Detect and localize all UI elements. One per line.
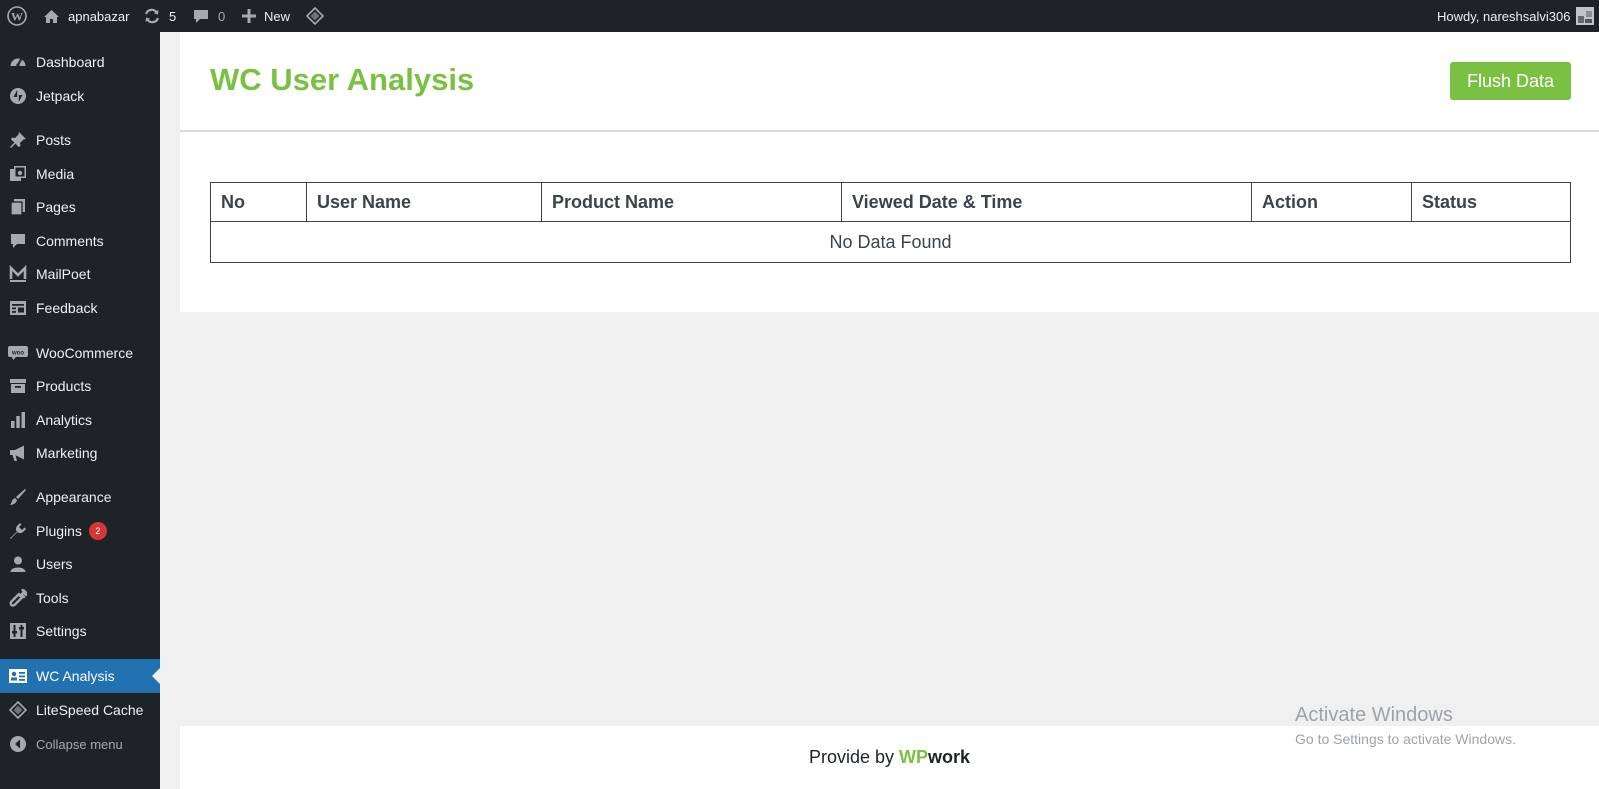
site-name: apnabazar: [68, 8, 130, 24]
pin-icon: [0, 123, 36, 157]
brush-icon: [0, 480, 36, 514]
collapse-menu-button[interactable]: Collapse menu: [0, 727, 160, 761]
sidebar-item-wc-analysis[interactable]: WC Analysis: [0, 659, 160, 693]
sidebar-item-appearance[interactable]: Appearance: [0, 480, 160, 514]
updates-icon: [143, 8, 161, 24]
admin-bar: W apnabazar 5 0 New Howdy, nareshsalvi30…: [0, 0, 1599, 32]
user-analysis-table: No User Name Product Name Viewed Date & …: [210, 182, 1571, 263]
sidebar-item-media[interactable]: Media: [0, 157, 160, 191]
collapse-icon: [0, 727, 36, 761]
media-icon: [0, 157, 36, 191]
empty-message: No Data Found: [210, 221, 1571, 263]
archive-icon: [0, 369, 36, 403]
plus-icon: [242, 9, 256, 23]
avatar: [1576, 7, 1595, 25]
column-header-status: Status: [1411, 182, 1571, 222]
column-header-product-name: Product Name: [541, 182, 842, 222]
sidebar-item-litespeed-cache[interactable]: LiteSpeed Cache: [0, 693, 160, 727]
dashboard-icon: [0, 45, 36, 79]
sidebar-item-marketing[interactable]: Marketing: [0, 436, 160, 470]
flush-data-button[interactable]: Flush Data: [1450, 62, 1571, 100]
footer-prefix: Provide by: [808, 747, 894, 767]
svg-text:W: W: [11, 10, 23, 24]
bar-chart-icon: [0, 403, 36, 437]
header-divider: [180, 130, 1599, 132]
main-panel: WC User Analysis Flush Data No User Name…: [180, 32, 1599, 312]
watermark-title: Activate Windows: [1295, 704, 1453, 726]
updates-count: 5: [169, 8, 177, 24]
pages-icon: [0, 190, 36, 224]
howdy-text: Howdy, nareshsalvi306: [1437, 8, 1571, 24]
mailpoet-icon: [0, 257, 36, 291]
litespeed-icon[interactable]: [306, 0, 324, 32]
woo-icon: woo: [0, 336, 36, 370]
comments-link[interactable]: 0: [193, 0, 225, 32]
footer-brand-work[interactable]: work: [928, 747, 970, 768]
comment-icon: [0, 224, 36, 258]
plug-icon: [0, 514, 36, 548]
sidebar-item-mailpoet[interactable]: MailPoet: [0, 257, 160, 291]
sidebar-item-analytics[interactable]: Analytics: [0, 403, 160, 437]
sidebar-item-tools[interactable]: Tools: [0, 581, 160, 615]
column-header-no: No: [210, 182, 307, 222]
page-title: WC User Analysis: [210, 62, 475, 97]
sidebar-item-woocommerce[interactable]: woo WooCommerce: [0, 336, 160, 370]
sidebar-item-posts[interactable]: Posts: [0, 123, 160, 157]
table-header-row: No User Name Product Name Viewed Date & …: [210, 182, 1571, 222]
column-header-action: Action: [1251, 182, 1412, 222]
settings-icon: [0, 614, 36, 648]
activate-windows-watermark: Activate Windows Go to Settings to activ…: [1295, 704, 1516, 747]
sidebar-item-comments[interactable]: Comments: [0, 224, 160, 258]
comments-count: 0: [218, 8, 226, 24]
user-icon: [0, 547, 36, 581]
sidebar-item-users[interactable]: Users: [0, 547, 160, 581]
footer-brand-wp[interactable]: WP: [899, 747, 928, 768]
home-icon: [43, 9, 60, 24]
sidebar-item-products[interactable]: Products: [0, 369, 160, 403]
wrench-icon: [0, 581, 36, 615]
litespeed-icon: [0, 693, 36, 727]
sidebar-item-dashboard[interactable]: Dashboard: [0, 45, 160, 79]
column-header-user-name: User Name: [306, 182, 542, 222]
new-label: New: [264, 8, 291, 24]
table-row: No Data Found: [210, 221, 1571, 263]
feedback-icon: [0, 291, 36, 325]
id-card-icon: [0, 659, 36, 693]
admin-sidebar: Dashboard Jetpack Posts Media Pages Comm…: [0, 32, 160, 789]
sidebar-item-jetpack[interactable]: Jetpack: [0, 79, 160, 113]
wordpress-logo-icon[interactable]: W: [7, 0, 27, 32]
megaphone-icon: [0, 436, 36, 470]
sidebar-item-plugins[interactable]: Plugins 2: [0, 514, 160, 548]
column-header-viewed-date-time: Viewed Date & Time: [841, 182, 1252, 222]
my-account-link[interactable]: Howdy, nareshsalvi306: [1437, 0, 1595, 32]
sidebar-item-settings[interactable]: Settings: [0, 614, 160, 648]
site-name-link[interactable]: apnabazar: [43, 0, 129, 32]
sidebar-item-pages[interactable]: Pages: [0, 190, 160, 224]
comments-icon: [193, 9, 209, 24]
sidebar-item-feedback[interactable]: Feedback: [0, 291, 160, 325]
svg-text:woo: woo: [11, 350, 24, 356]
updates-link[interactable]: 5: [143, 0, 176, 32]
new-content-link[interactable]: New: [242, 0, 290, 32]
watermark-subtitle: Go to Settings to activate Windows.: [1295, 731, 1516, 747]
jetpack-icon: [0, 79, 36, 113]
plugins-update-badge: 2: [88, 522, 107, 540]
